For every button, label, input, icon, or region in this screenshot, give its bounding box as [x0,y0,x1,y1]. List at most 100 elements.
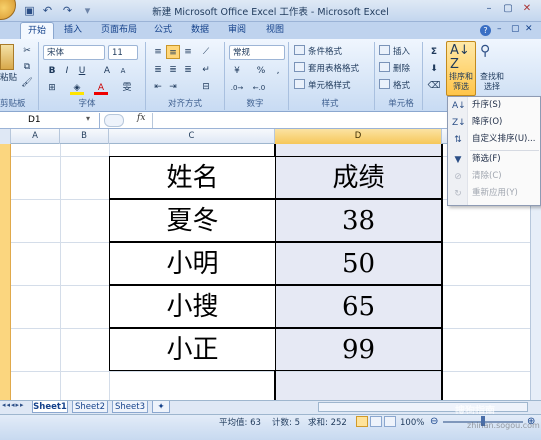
table-format-label: 套用表格格式 [308,64,360,74]
conditional-format-button[interactable]: 条件格式 [294,45,342,60]
maximize-button[interactable]: ▢ [500,2,516,16]
column-header-a[interactable]: A [11,129,60,144]
page-layout-view-icon[interactable] [370,416,382,427]
font-name-select[interactable]: 宋体 [43,45,105,60]
tab-data[interactable]: 数据 [185,22,215,39]
zoom-level[interactable]: 100% [400,417,424,429]
tab-home[interactable]: 开始 [20,22,54,39]
sheet-nav-arrows-icon[interactable]: ◂◂◂▸▸ [2,401,25,409]
menu-item-sort-descending[interactable]: 降序(O) [448,114,540,131]
insert-function-button[interactable]: fx [137,113,145,123]
format-painter-icon[interactable]: 🖌 [20,76,34,90]
orientation-icon[interactable]: ⟋ [199,45,213,59]
cell-header-name[interactable]: 姓名 [109,156,276,199]
menu-item-custom-sort[interactable]: 自定义排序(U)... [448,131,540,148]
clear-icon[interactable]: ⌫ [427,79,441,93]
column-header-d[interactable]: D [275,129,442,144]
cell-score[interactable]: 99 [275,328,442,371]
decrease-indent-icon[interactable]: ⇤ [151,80,165,94]
menu-item-filter[interactable]: 筛选(F) [448,151,540,168]
row-header-strip[interactable] [0,144,11,400]
tab-page-layout[interactable]: 页面布局 [95,22,143,39]
conditional-format-icon [294,45,305,55]
cell-name[interactable]: 小正 [109,328,276,371]
phonetic-icon[interactable]: 雯 [120,81,134,95]
cell-score[interactable]: 65 [275,285,442,328]
cell-score[interactable]: 50 [275,242,442,285]
tab-review[interactable]: 审阅 [222,22,252,39]
group-separator [38,42,39,110]
grow-font-button[interactable]: A [100,64,114,78]
cell-header-score[interactable]: 成绩 [275,156,442,199]
decrease-decimal-icon[interactable]: ←.0 [252,81,266,95]
cell-name[interactable]: 小搜 [109,285,276,328]
fill-icon[interactable]: ⬇ [427,62,441,76]
align-bottom-icon[interactable]: ≡ [181,45,195,59]
sheet-tab-3[interactable]: Sheet3 [112,401,148,413]
cell-score[interactable]: 38 [275,199,442,242]
insert-cells-button[interactable]: 插入 [379,45,410,60]
align-left-icon[interactable]: ≣ [151,63,165,77]
insert-sheet-icon[interactable]: ✦ [152,401,170,413]
cell-name[interactable]: 小明 [109,242,276,285]
cell-name[interactable]: 夏冬 [109,199,276,242]
underline-button[interactable]: U [75,64,89,78]
find-select-button[interactable]: 查找和选择 [477,72,507,92]
minimize-button[interactable]: – [481,2,497,16]
zoom-out-icon[interactable]: ⊖ [430,417,438,427]
menu-item-sort-ascending[interactable]: 升序(S) [448,97,540,114]
tab-insert[interactable]: 插入 [58,22,88,39]
column-header-c[interactable]: C [109,129,275,144]
font-size-select[interactable]: 11 [108,45,138,60]
ribbon-minimize-icon[interactable]: – [497,24,502,34]
horizontal-scrollbar[interactable] [318,402,528,412]
bold-button[interactable]: B [45,64,59,78]
help-icon[interactable]: ? [480,25,491,36]
binoculars-icon[interactable]: ⚲ [480,43,490,59]
sheet-tab-2[interactable]: Sheet2 [72,401,108,413]
copy-icon[interactable]: ⧉ [20,60,34,74]
status-sum: 求和: 252 [308,418,347,428]
tab-view[interactable]: 视图 [260,22,290,39]
align-middle-icon[interactable]: ≡ [166,45,180,59]
ribbon-restore-icon[interactable]: ▢ [511,24,520,34]
name-box[interactable]: D1 [0,113,100,128]
align-top-icon[interactable]: ≡ [151,45,165,59]
delete-cells-button[interactable]: 删除 [379,62,410,77]
conditional-format-label: 条件格式 [308,47,343,57]
shrink-font-button[interactable]: A [116,64,130,78]
tab-formulas[interactable]: 公式 [148,22,178,39]
delete-cells-label: 删除 [393,64,411,74]
table-format-icon [294,62,305,72]
increase-indent-icon[interactable]: ⇥ [166,80,180,94]
italic-button[interactable]: I [60,64,74,78]
sheet-tab-1[interactable]: Sheet1 [32,401,68,413]
cut-icon[interactable]: ✂ [20,44,34,58]
select-all-corner[interactable] [0,129,11,144]
close-button[interactable]: ✕ [519,2,535,16]
borders-icon[interactable]: ⊞ [45,81,59,95]
normal-view-icon[interactable] [356,416,368,427]
currency-icon[interactable]: ¥ [230,64,244,78]
ribbon-close-icon[interactable]: ✕ [525,24,533,34]
wrap-text-icon[interactable]: ↵ [199,63,213,77]
table-format-button[interactable]: 套用表格格式 [294,62,359,77]
cell-style-button[interactable]: 单元格样式 [294,79,351,94]
merge-center-icon[interactable]: ⊟ [199,80,213,94]
number-format-select[interactable]: 常规 [229,45,285,60]
autosum-button[interactable]: Σ [427,45,441,59]
increase-decimal-icon[interactable]: .0→ [230,81,244,95]
align-right-icon[interactable]: ≣ [181,63,195,77]
comma-button[interactable]: , [271,64,285,78]
formula-resize-handle[interactable] [104,114,124,127]
paste-button[interactable]: 粘贴 [0,71,17,86]
name-box-dropdown-icon[interactable]: ▾ [86,114,90,123]
format-cells-button[interactable]: 格式 [379,79,410,94]
align-center-icon[interactable]: ≣ [166,63,180,77]
font-color-icon[interactable]: A [94,81,108,95]
fill-color-icon[interactable]: ◈ [70,81,84,95]
paste-icon[interactable] [0,44,14,70]
percent-button[interactable]: % [254,64,268,78]
column-header-b[interactable]: B [60,129,109,144]
page-break-view-icon[interactable] [384,416,396,427]
